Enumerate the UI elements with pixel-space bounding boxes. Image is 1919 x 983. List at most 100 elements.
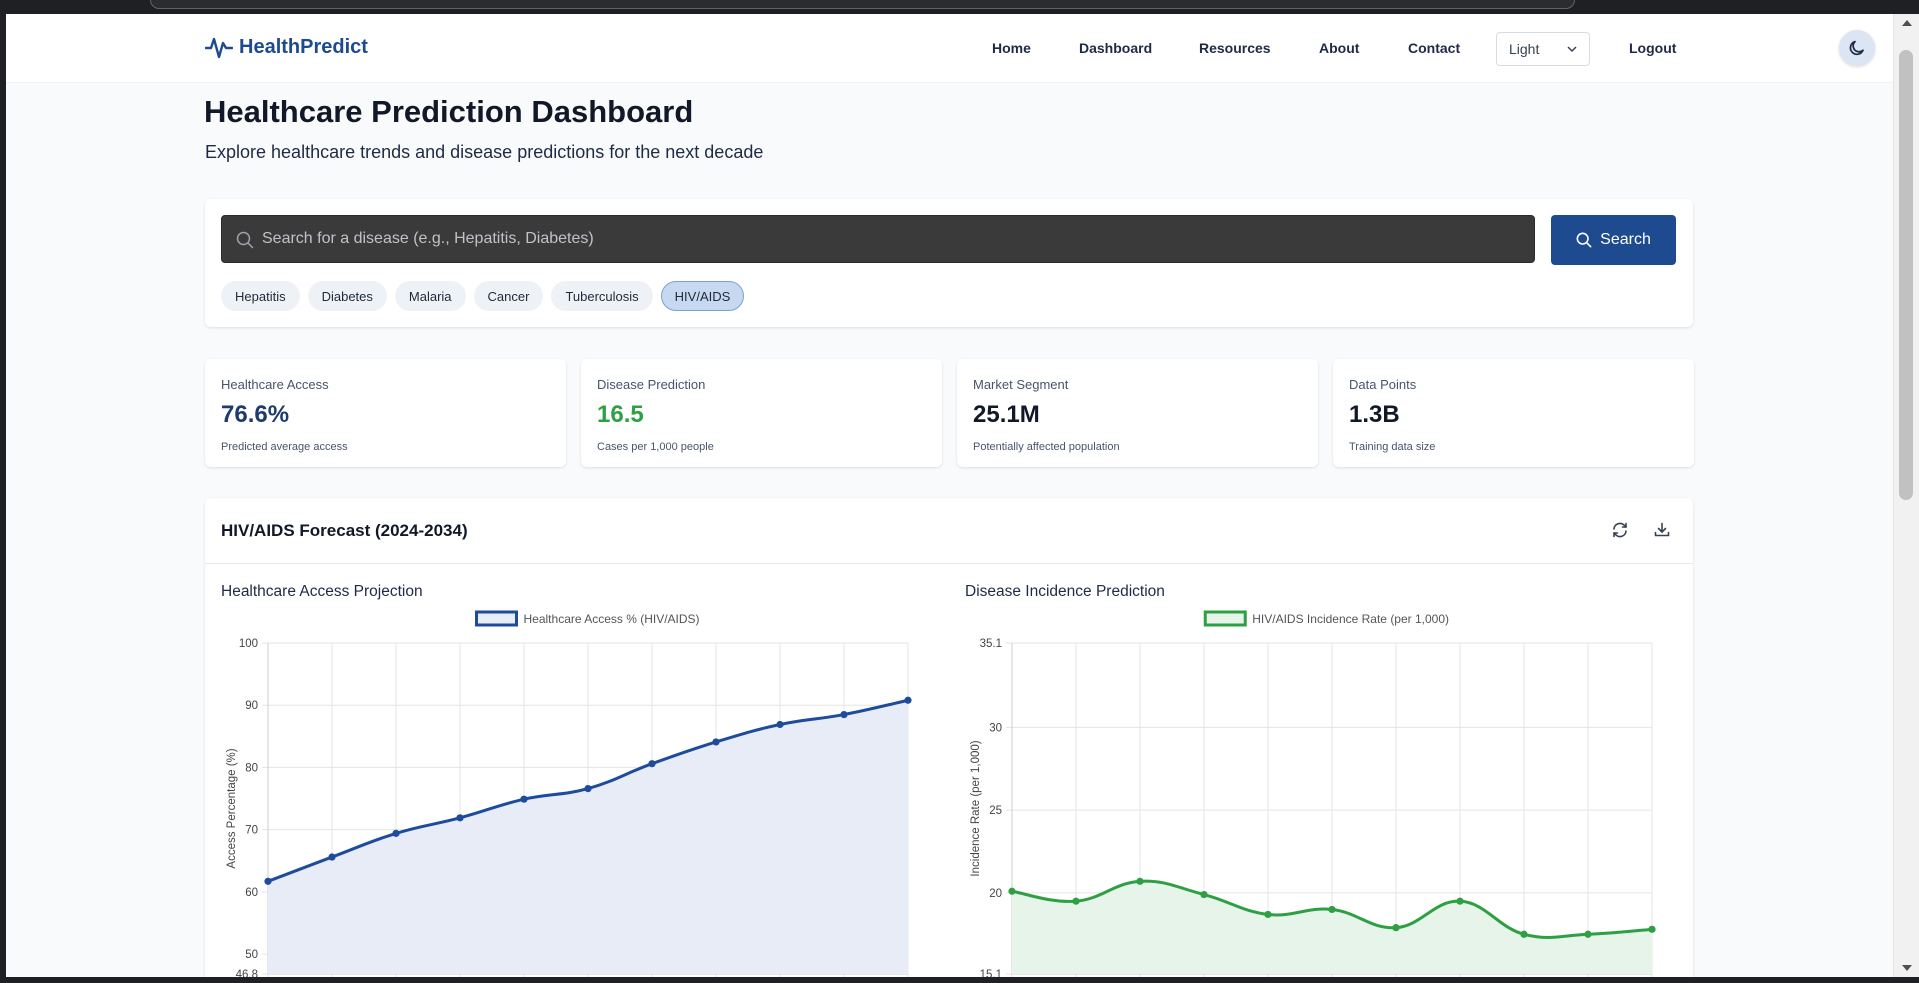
data-point: [648, 760, 656, 768]
data-point: [264, 877, 272, 885]
y-tick-label: 15.1: [980, 969, 1002, 977]
data-point: [904, 696, 912, 704]
refresh-icon: [1613, 522, 1627, 538]
stat-note: Cases per 1,000 people: [597, 441, 714, 453]
chart-legend: Healthcare Access % (HIV/AIDS): [475, 610, 700, 627]
y-tick-label: 50: [245, 949, 258, 961]
page: HealthPredict Home Dashboard Resources A…: [6, 14, 1893, 977]
forecast-card: HIV/AIDS Forecast (2024-2034) Healthcare…: [205, 498, 1693, 977]
stat-note: Potentially affected population: [973, 441, 1120, 453]
nav-link-dashboard[interactable]: Dashboard: [1079, 40, 1152, 56]
data-point: [1392, 924, 1400, 932]
forecast-header: HIV/AIDS Forecast (2024-2034): [205, 498, 1693, 564]
y-tick-label: 80: [245, 762, 258, 774]
legend-label: Healthcare Access % (HIV/AIDS): [524, 612, 700, 626]
chip-malaria[interactable]: Malaria: [394, 281, 466, 311]
browser-bottom-edge: [0, 977, 1919, 983]
scrollbar-thumb[interactable]: [1899, 50, 1913, 500]
browser-top-bar: [0, 0, 1919, 14]
search-input[interactable]: [262, 216, 1522, 262]
chart-title-incidence: Disease Incidence Prediction: [965, 583, 1165, 600]
stat-card-data-points: Data Points 1.3B Training data size: [1333, 359, 1694, 467]
page-subtitle: Explore healthcare trends and disease pr…: [205, 142, 764, 162]
stat-label: Market Segment: [973, 377, 1069, 392]
chip-cancer[interactable]: Cancer: [473, 281, 544, 311]
y-axis-label: Access Percentage (%): [226, 748, 238, 868]
chip-hepatitis[interactable]: Hepatitis: [221, 281, 300, 311]
data-point: [1136, 877, 1144, 885]
data-point: [1520, 930, 1528, 938]
chart-title-access: Healthcare Access Projection: [221, 583, 423, 600]
data-point: [392, 829, 400, 837]
y-tick-label: 46.8: [236, 969, 258, 977]
y-tick-label: 90: [245, 700, 258, 712]
nav-link-home[interactable]: Home: [992, 40, 1031, 56]
data-point: [584, 784, 592, 793]
stat-card-market-segment: Market Segment 25.1M Potentially affecte…: [957, 359, 1318, 467]
search-field[interactable]: [221, 215, 1535, 263]
logout-link[interactable]: Logout: [1629, 40, 1676, 56]
disease-incidence-chart: HIV/AIDS Incidence Rate (per 1,000) 15.1 2…: [970, 610, 1656, 977]
stat-value: 1.3B: [1349, 401, 1400, 428]
theme-select-value: Light: [1509, 41, 1540, 57]
data-point: [1648, 925, 1656, 933]
download-button[interactable]: [1651, 519, 1673, 541]
page-scrollbar[interactable]: [1893, 14, 1919, 977]
stat-note: Predicted average access: [221, 441, 348, 453]
legend-swatch: [1203, 610, 1247, 627]
scroll-down-arrow-icon[interactable]: [1902, 965, 1912, 971]
search-button[interactable]: Search: [1551, 215, 1676, 265]
stat-card-healthcare-access: Healthcare Access 76.6% Predicted averag…: [205, 359, 566, 467]
data-point: [776, 720, 784, 729]
y-tick-label: 70: [245, 825, 258, 837]
refresh-button[interactable]: [1609, 519, 1631, 541]
moon-icon: [1849, 40, 1864, 56]
nav-link-resources[interactable]: Resources: [1199, 40, 1271, 56]
search-button-label: Search: [1600, 231, 1651, 248]
chevron-down-icon: [1567, 46, 1577, 53]
data-point: [1328, 905, 1336, 914]
data-point: [1008, 887, 1016, 895]
nav-link-about[interactable]: About: [1319, 40, 1359, 56]
chip-tuberculosis[interactable]: Tuberculosis: [551, 281, 653, 311]
y-tick-label: 20: [989, 888, 1002, 900]
y-tick-label: 35.1: [980, 638, 1002, 650]
stat-value: 16.5: [597, 401, 644, 428]
chip-hiv-aids[interactable]: HIV/AIDS: [660, 281, 745, 311]
data-point: [520, 795, 528, 803]
theme-select[interactable]: Light: [1496, 32, 1590, 66]
y-tick-label: 25: [989, 805, 1002, 817]
brand-name: HealthPredict: [239, 35, 368, 58]
pulse-icon: [205, 37, 233, 59]
y-tick-label: 30: [989, 722, 1002, 734]
disease-chips: Hepatitis Diabetes Malaria Cancer Tuberc…: [221, 281, 745, 311]
download-icon: [1654, 522, 1670, 537]
chip-diabetes[interactable]: Diabetes: [307, 281, 387, 311]
data-point: [1200, 890, 1208, 899]
chart-legend: HIV/AIDS Incidence Rate (per 1,000): [1203, 610, 1449, 627]
stat-label: Data Points: [1349, 377, 1417, 392]
stat-label: Healthcare Access: [221, 377, 329, 392]
stat-note: Training data size: [1349, 441, 1436, 453]
search-icon: [236, 231, 254, 249]
legend-label: HIV/AIDS Incidence Rate (per 1,000): [1252, 612, 1449, 626]
navbar: HealthPredict Home Dashboard Resources A…: [6, 14, 1893, 83]
y-tick-label: 100: [239, 638, 258, 650]
data-point: [1584, 930, 1592, 938]
data-point: [1072, 897, 1080, 905]
y-axis-label: Incidence Rate (per 1,000): [970, 740, 982, 876]
scroll-up-arrow-icon[interactable]: [1902, 20, 1912, 26]
search-icon: [1576, 232, 1592, 248]
search-card: Search Hepatitis Diabetes Malaria Cancer…: [205, 199, 1693, 327]
brand-logo[interactable]: HealthPredict: [205, 34, 368, 60]
browser-address-bar[interactable]: [150, 0, 1575, 9]
data-point: [456, 814, 464, 822]
legend-swatch: [475, 610, 518, 627]
stat-label: Disease Prediction: [597, 377, 706, 392]
data-point: [1264, 910, 1272, 919]
stat-value: 25.1M: [973, 401, 1040, 428]
dark-mode-toggle[interactable]: [1839, 30, 1875, 66]
nav-link-contact[interactable]: Contact: [1408, 40, 1460, 56]
data-point: [1456, 897, 1464, 905]
y-tick-label: 60: [245, 887, 258, 899]
